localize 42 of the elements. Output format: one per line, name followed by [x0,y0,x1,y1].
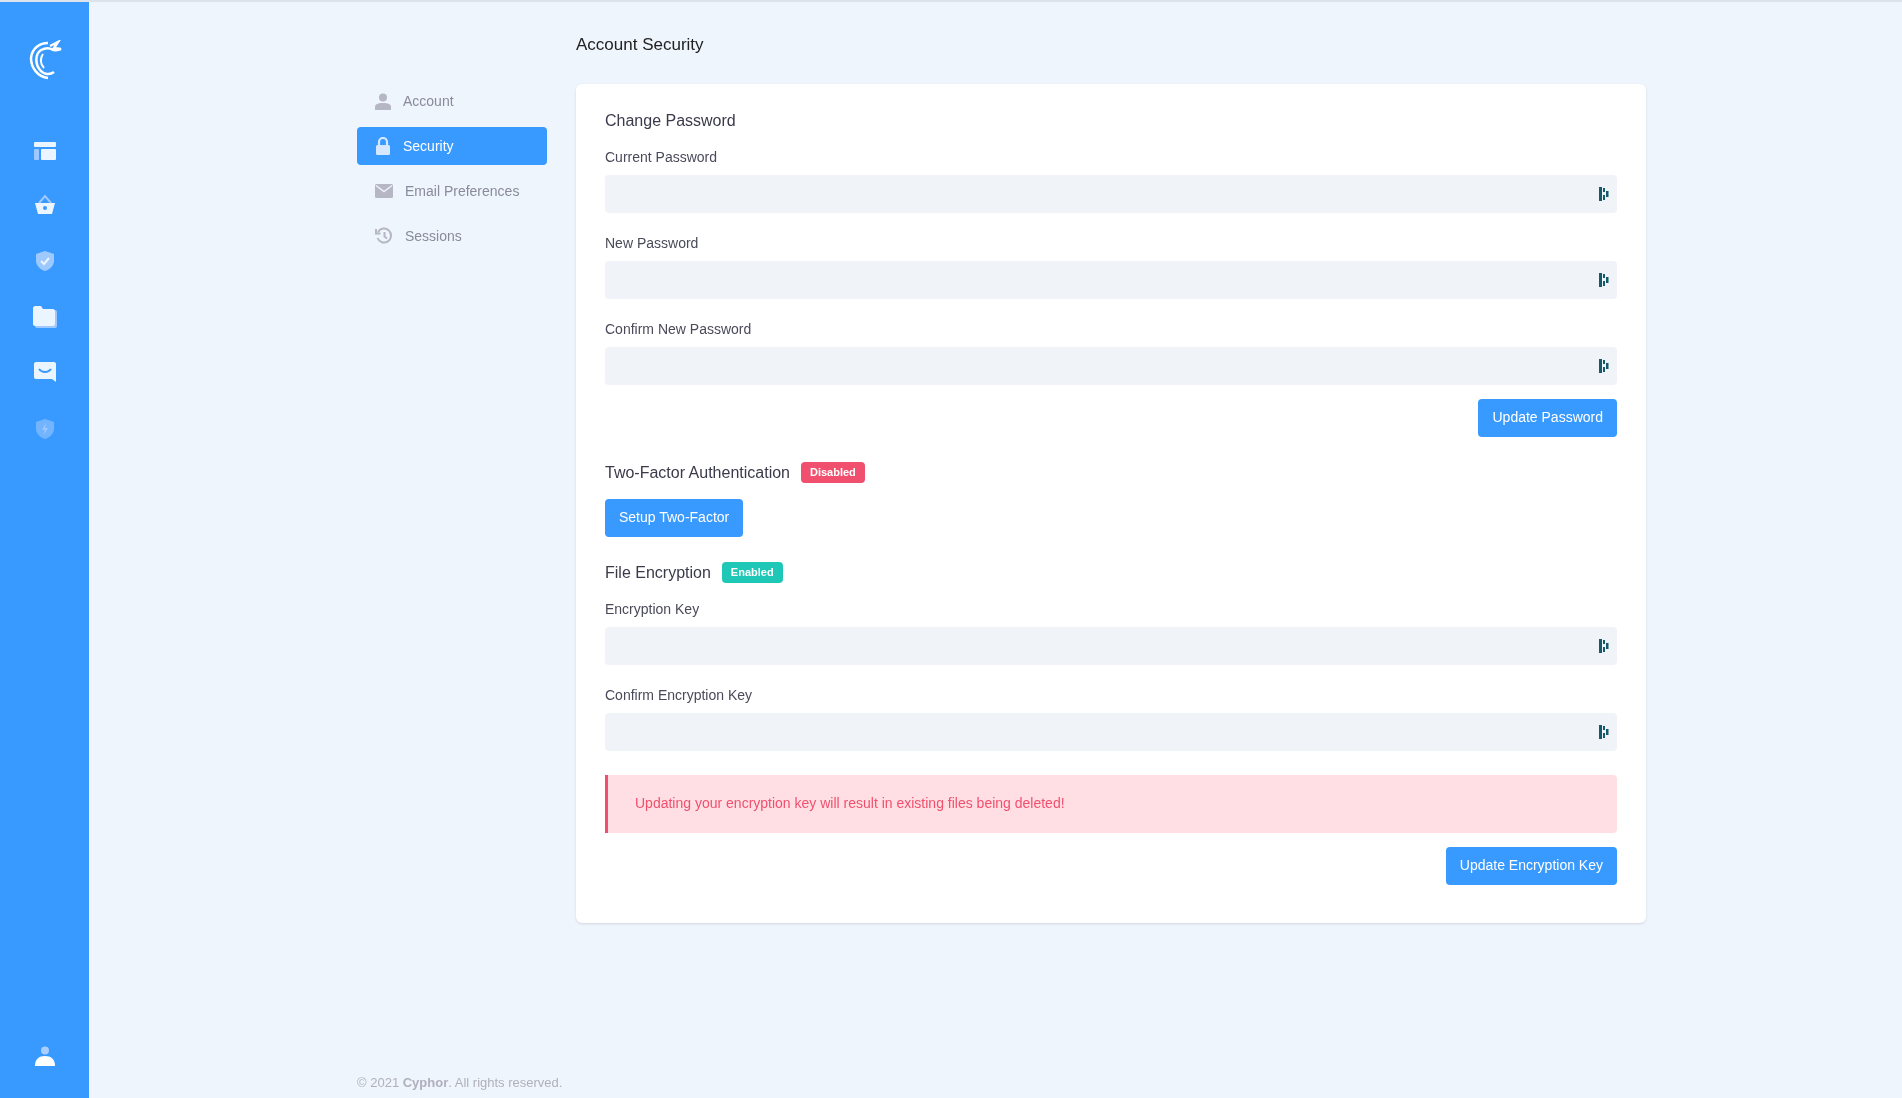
password-field[interactable] [605,174,1617,213]
settings-nav-item[interactable]: Security [357,127,547,165]
password-field[interactable] [605,260,1617,299]
password-manager-icon[interactable] [1599,186,1609,201]
user-icon[interactable] [33,1046,56,1066]
status-badge: Disabled [801,462,865,483]
field-label: Confirm Encryption Key [605,685,754,705]
copyright-text: © 2021 Cyphor. All rights reserved. [357,1075,563,1090]
password-field[interactable] [605,712,1617,751]
section-title: Change Password [605,110,736,131]
field-label: Confirm New Password [605,319,753,339]
logo-icon[interactable] [27,40,62,80]
field-label: Current Password [605,147,719,167]
layout-icon[interactable] [33,142,56,160]
password-manager-icon[interactable] [1599,638,1609,653]
field-label: Encryption Key [605,599,701,619]
history-icon [375,227,393,245]
section-title: Two-Factor Authentication [605,462,790,483]
chat-icon[interactable] [32,362,57,384]
field-label: New Password [605,233,700,253]
settings-nav-item[interactable]: Account [357,82,547,120]
password-field[interactable] [605,626,1617,665]
settings-nav-item[interactable]: Sessions [357,217,547,255]
update-button[interactable]: Update Encryption Key [1445,846,1617,885]
shield-bolt-icon[interactable] [34,418,55,440]
settings-nav-item[interactable]: Email Preferences [357,172,547,210]
status-badge: Enabled [721,562,783,583]
update-button[interactable]: Update Password [1478,398,1617,437]
folder-icon[interactable] [32,306,57,328]
setup-two-factor-button[interactable]: Setup Two-Factor [605,498,744,537]
mail-icon [375,184,393,198]
page-title: Account Security [576,34,705,56]
user-icon [375,92,391,110]
shield-check-icon[interactable] [34,250,55,272]
basket-icon[interactable] [33,194,56,216]
section-title: File Encryption [605,562,711,583]
warning-text: Updating your encryption key will result in existing files being deleted! [635,794,1065,813]
password-field[interactable] [605,346,1617,385]
password-manager-icon[interactable] [1599,358,1609,373]
lock-icon [375,137,391,155]
password-manager-icon[interactable] [1599,272,1609,287]
password-manager-icon[interactable] [1599,724,1609,739]
